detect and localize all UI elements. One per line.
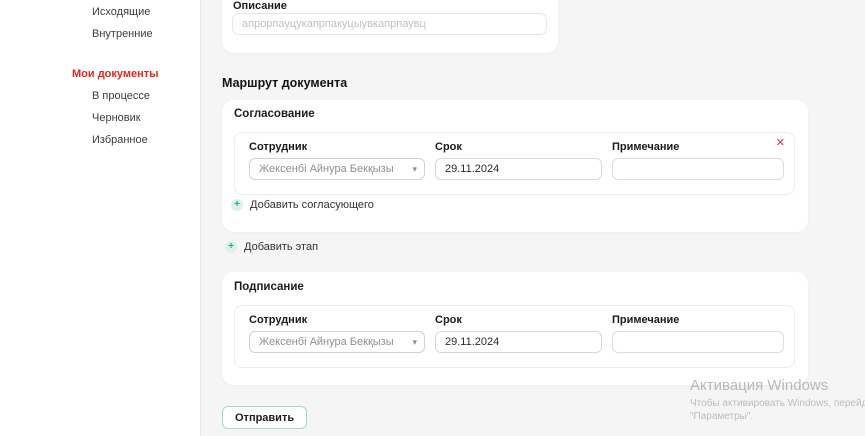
sidebar-item-favorites[interactable]: Избранное bbox=[0, 129, 200, 151]
signing-stage-title: Подписание bbox=[234, 281, 304, 293]
sidebar-item-internal[interactable]: Внутренние bbox=[0, 23, 200, 45]
submit-button[interactable]: Отправить bbox=[222, 406, 307, 429]
chevron-down-icon: ▾ bbox=[412, 337, 417, 348]
approval-stage-title: Согласование bbox=[234, 108, 315, 120]
employee-label: Сотрудник bbox=[249, 142, 307, 153]
note-input[interactable] bbox=[612, 331, 784, 353]
plus-icon: + bbox=[231, 199, 243, 211]
employee-select-value: Жексенбі Айнура Бекқызы bbox=[259, 163, 394, 175]
note-label: Примечание bbox=[612, 142, 679, 153]
employee-select-value: Жексенбі Айнура Бекқызы bbox=[259, 336, 394, 348]
due-date-field: Срок bbox=[435, 306, 602, 367]
due-date-label: Срок bbox=[435, 142, 462, 153]
add-approver-label: Добавить согласующего bbox=[250, 199, 374, 211]
description-input[interactable] bbox=[232, 13, 547, 35]
remove-row-button[interactable]: ✕ bbox=[776, 138, 785, 149]
approval-row: Сотрудник Жексенбі Айнура Бекқызы ▾ Срок… bbox=[234, 132, 795, 195]
watermark-line-2: "Параметры". bbox=[690, 411, 865, 422]
note-field: Примечание bbox=[612, 306, 784, 367]
due-date-input[interactable] bbox=[435, 158, 602, 180]
employee-field: Сотрудник Жексенбі Айнура Бекқызы ▾ bbox=[249, 306, 425, 367]
approval-stage-card: Согласование Сотрудник Жексенбі Айнура Б… bbox=[222, 100, 808, 232]
signing-stage-card: Подписание Сотрудник Жексенбі Айнура Бек… bbox=[222, 272, 808, 385]
plus-icon: + bbox=[225, 241, 237, 253]
employee-select[interactable]: Жексенбі Айнура Бекқызы ▾ bbox=[249, 331, 425, 353]
note-input[interactable] bbox=[612, 158, 784, 180]
note-label: Примечание bbox=[612, 315, 679, 326]
due-date-label: Срок bbox=[435, 315, 462, 326]
note-field: Примечание bbox=[612, 133, 784, 194]
add-stage-button[interactable]: + Добавить этап bbox=[225, 241, 318, 253]
watermark-line-1: Чтобы активировать Windows, перейди bbox=[690, 398, 865, 409]
due-date-field: Срок bbox=[435, 133, 602, 194]
route-section-title: Маршрут документа bbox=[222, 76, 347, 90]
sidebar-item-outgoing[interactable]: Исходящие bbox=[0, 1, 200, 23]
employee-field: Сотрудник Жексенбі Айнура Бекқызы ▾ bbox=[249, 133, 425, 194]
sidebar-item-my-documents[interactable]: Мои документы bbox=[0, 63, 200, 85]
signing-row: Сотрудник Жексенбі Айнура Бекқызы ▾ Срок… bbox=[234, 305, 795, 368]
sidebar: Исходящие Внутренние Мои документы В про… bbox=[0, 0, 201, 436]
chevron-down-icon: ▾ bbox=[412, 164, 417, 175]
employee-select[interactable]: Жексенбі Айнура Бекқызы ▾ bbox=[249, 158, 425, 180]
description-label: Описание bbox=[233, 1, 287, 12]
sidebar-item-in-progress[interactable]: В процессе bbox=[0, 85, 200, 107]
add-approver-button[interactable]: + Добавить согласующего bbox=[231, 199, 374, 211]
due-date-input[interactable] bbox=[435, 331, 602, 353]
employee-label: Сотрудник bbox=[249, 315, 307, 326]
add-stage-label: Добавить этап bbox=[244, 241, 318, 253]
sidebar-item-draft[interactable]: Черновик bbox=[0, 107, 200, 129]
description-card: Описание bbox=[222, 0, 558, 53]
